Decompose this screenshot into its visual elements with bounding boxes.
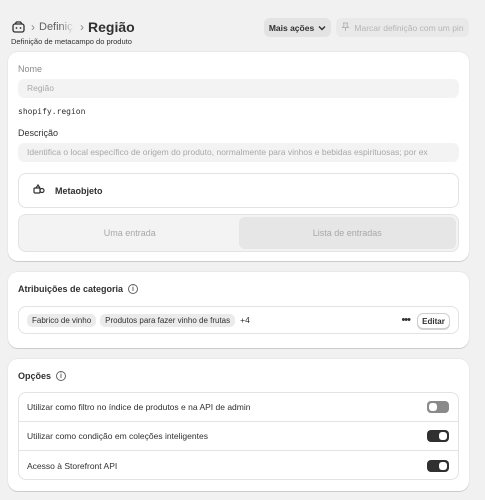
option-row-smart-collections: Utilizar como condição em coleções intel…: [19, 422, 458, 451]
page-subtitle: Definição de metacampo do produto: [11, 37, 132, 46]
more-actions-button[interactable]: Mais ações: [264, 18, 331, 37]
option-row-admin-filter: Utilizar como filtro no índice de produt…: [19, 393, 458, 422]
type-selector[interactable]: Metaobjeto: [18, 173, 459, 208]
breadcrumb: › Definições › Região: [11, 19, 135, 35]
options-card: Opções i Utilizar como filtro no índice …: [8, 359, 469, 491]
more-actions-label: Mais ações: [268, 22, 315, 33]
pin-icon: [341, 22, 351, 34]
options-list: Utilizar como filtro no índice de produt…: [18, 392, 459, 480]
option-row-storefront-api: Acesso à Storefront API: [19, 451, 458, 479]
category-tag: Fabrico de vinho: [27, 313, 97, 327]
option-label: Utilizar como filtro no índice de produt…: [27, 402, 251, 412]
option-label: Acesso à Storefront API: [27, 460, 118, 471]
more-horizontal-icon[interactable]: •••: [401, 315, 411, 326]
edit-categories-button[interactable]: Editar: [417, 313, 450, 329]
type-label: Metaobjeto: [55, 185, 103, 196]
option-label: Utilizar como condição em coleções intel…: [27, 431, 208, 441]
smart-collections-toggle[interactable]: [427, 430, 449, 442]
name-field[interactable]: Região: [18, 79, 459, 98]
category-tag: Produtos para fazer vinho de frutas: [100, 313, 236, 327]
chevron-down-icon: [318, 23, 326, 33]
options-section-title: Opções: [18, 371, 52, 381]
storefront-api-toggle[interactable]: [427, 459, 449, 472]
category-section-header: Atribuições de categoria i: [18, 284, 139, 294]
definition-card: Nome Região shopify.region Descrição Ide…: [8, 52, 469, 261]
options-section-header: Opções i: [18, 371, 67, 381]
admin-filter-toggle[interactable]: [427, 401, 449, 413]
category-section-title: Atribuições de categoria: [18, 284, 124, 294]
info-icon[interactable]: i: [56, 371, 67, 381]
description-field[interactable]: Identifica o local específico de origem …: [18, 143, 459, 162]
breadcrumb-definitions-link[interactable]: Definições: [39, 21, 74, 33]
description-label: Descrição: [18, 128, 59, 138]
category-assignments-card: Atribuições de categoria i Fabrico de vi…: [8, 272, 469, 348]
name-label: Nome: [18, 64, 43, 74]
entry-mode-segmented-control: Uma entrada Lista de entradas: [18, 214, 459, 252]
metafield-icon[interactable]: [11, 20, 25, 34]
namespace-key: shopify.region: [18, 107, 86, 116]
segment-list-of-entries[interactable]: Lista de entradas: [238, 217, 456, 249]
info-icon[interactable]: i: [128, 284, 139, 294]
pin-definition-label: Marcar definição com um pin: [354, 22, 464, 33]
chevron-right-icon: ›: [31, 20, 35, 34]
chevron-right-icon: ›: [80, 20, 84, 34]
category-list: Fabrico de vinho Produtos para fazer vin…: [18, 306, 459, 334]
pin-definition-button[interactable]: Marcar definição com um pin: [336, 18, 469, 37]
more-categories-count: +4: [240, 315, 250, 325]
page-title: Região: [88, 19, 135, 35]
segment-single-entry[interactable]: Uma entrada: [21, 217, 239, 249]
metaobject-icon: [33, 183, 45, 197]
page-header: › Definições › Região Definição de metac…: [0, 0, 485, 50]
